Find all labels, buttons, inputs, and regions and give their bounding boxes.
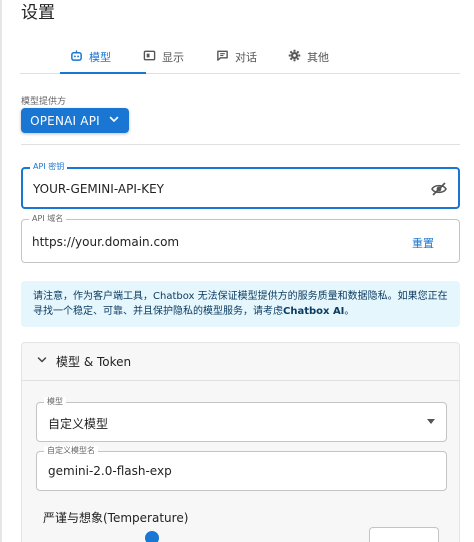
- api-key-input[interactable]: YOUR-GEMINI-API-KEY: [33, 182, 164, 196]
- provider-selected-label: OPENAI API: [30, 113, 100, 128]
- tab-other-label: 其他: [307, 51, 329, 64]
- notice-suffix: 。: [344, 306, 355, 317]
- temperature-input[interactable]: [369, 527, 439, 542]
- settings-tabs: 模型 显示 对话 其他: [20, 40, 460, 74]
- api-key-legend: API 密钥: [30, 162, 68, 172]
- privacy-notice: 请注意，作为客户端工具，Chatbox 无法保证模型提供方的服务质量和数据隐私。…: [21, 281, 460, 327]
- custom-model-input[interactable]: gemini-2.0-flash-exp: [48, 464, 172, 478]
- accordion-header[interactable]: 模型 & Token: [22, 343, 459, 381]
- model-select-value: 自定义模型: [48, 417, 109, 431]
- reset-button[interactable]: 重置: [412, 235, 434, 251]
- model-select-legend: 模型: [44, 397, 66, 407]
- tab-display-label: 显示: [162, 51, 184, 64]
- tab-display[interactable]: 显示: [143, 40, 184, 74]
- temperature-label: 严谨与想象(Temperature): [43, 511, 189, 525]
- section-divider: [21, 144, 460, 145]
- custom-model-legend: 自定义模型名: [44, 446, 98, 456]
- tab-chat[interactable]: 对话: [216, 40, 257, 74]
- custom-model-field[interactable]: 自定义模型名 gemini-2.0-flash-exp: [36, 446, 447, 491]
- active-tab-indicator: [60, 72, 146, 74]
- dropdown-arrow-icon: [427, 419, 435, 424]
- notice-text: 请注意，作为客户端工具，Chatbox 无法保证模型提供方的服务质量和数据隐私。…: [33, 291, 448, 317]
- tab-model[interactable]: 模型: [70, 40, 111, 74]
- chat-icon: [216, 49, 229, 65]
- model-token-accordion: 模型 & Token 模型 自定义模型 自定义模型名 gemini-2.0-fl…: [21, 342, 460, 542]
- window-edge: [0, 0, 2, 542]
- page-title: 设置: [21, 3, 55, 23]
- api-host-legend: API 域名: [29, 214, 67, 224]
- tab-other[interactable]: 其他: [288, 40, 329, 74]
- api-host-input[interactable]: https://your.domain.com: [32, 235, 179, 249]
- api-host-field[interactable]: API 域名 https://your.domain.com 重置: [21, 214, 460, 263]
- gear-icon: [288, 49, 301, 65]
- tab-model-label: 模型: [89, 51, 111, 64]
- display-icon: [143, 49, 156, 65]
- chevron-down-icon: [108, 113, 120, 128]
- accordion-title: 模型 & Token: [56, 355, 132, 369]
- robot-icon: [70, 49, 83, 65]
- provider-section-label: 模型提供方: [21, 97, 67, 107]
- temperature-slider-thumb[interactable]: [145, 531, 159, 542]
- model-select[interactable]: 模型 自定义模型: [36, 397, 447, 442]
- tab-chat-label: 对话: [235, 51, 257, 64]
- api-key-field[interactable]: API 密钥 YOUR-GEMINI-API-KEY: [21, 162, 460, 209]
- chatbox-ai-link[interactable]: Chatbox AI: [283, 306, 344, 317]
- chevron-down-icon: [36, 354, 48, 369]
- provider-select-button[interactable]: OPENAI API: [21, 108, 129, 133]
- visibility-off-icon[interactable]: [430, 180, 448, 198]
